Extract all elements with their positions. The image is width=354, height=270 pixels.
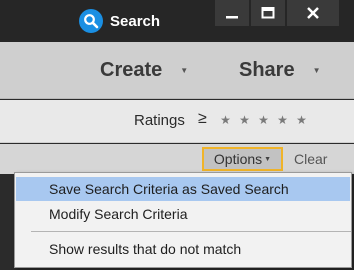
maximize-icon xyxy=(261,7,275,19)
menu-item-show-non-matching[interactable]: Show results that do not match xyxy=(16,237,350,261)
star-icon[interactable]: ★ xyxy=(273,113,292,127)
menu-divider xyxy=(31,231,351,232)
close-icon xyxy=(307,7,319,19)
options-menu: Save Search Criteria as Saved Search Mod… xyxy=(14,172,352,268)
create-menu-button[interactable]: Create ▼ xyxy=(100,59,188,82)
minimize-button[interactable] xyxy=(215,0,249,26)
clear-button[interactable]: Clear xyxy=(294,151,327,167)
star-icon[interactable]: ★ xyxy=(216,113,235,127)
maximize-button[interactable] xyxy=(251,0,285,26)
chevron-down-icon: ▼ xyxy=(312,66,321,75)
rating-stars: ★ ★ ★ ★ ★ xyxy=(216,113,311,127)
search-icon xyxy=(79,9,103,33)
star-icon[interactable]: ★ xyxy=(235,113,254,127)
action-bar: Create ▼ Share ▼ xyxy=(0,42,354,99)
ratings-label: Ratings xyxy=(134,112,185,129)
close-button[interactable] xyxy=(287,0,339,26)
chevron-down-icon: ▼ xyxy=(180,66,189,75)
ratings-operator[interactable]: ≥ xyxy=(198,110,207,128)
title-bar: Search xyxy=(0,0,354,42)
menu-item-modify-criteria[interactable]: Modify Search Criteria xyxy=(16,202,350,226)
search-label: Search xyxy=(110,12,161,30)
create-label: Create xyxy=(100,59,163,81)
ratings-filter-bar: Ratings ≥ ★ ★ ★ ★ ★ xyxy=(0,100,354,143)
menu-item-save-search[interactable]: Save Search Criteria as Saved Search xyxy=(16,177,350,201)
options-bar: Options ▼ Clear xyxy=(0,144,354,174)
share-label: Share xyxy=(239,59,295,81)
options-label: Options xyxy=(213,151,263,167)
share-menu-button[interactable]: Share ▼ xyxy=(239,59,321,82)
options-dropdown-button[interactable]: Options ▼ xyxy=(202,147,283,171)
chevron-down-icon: ▼ xyxy=(264,155,272,163)
minimize-icon xyxy=(226,16,238,19)
search-button[interactable]: Search xyxy=(79,8,160,34)
star-icon[interactable]: ★ xyxy=(292,113,311,127)
star-icon[interactable]: ★ xyxy=(254,113,273,127)
